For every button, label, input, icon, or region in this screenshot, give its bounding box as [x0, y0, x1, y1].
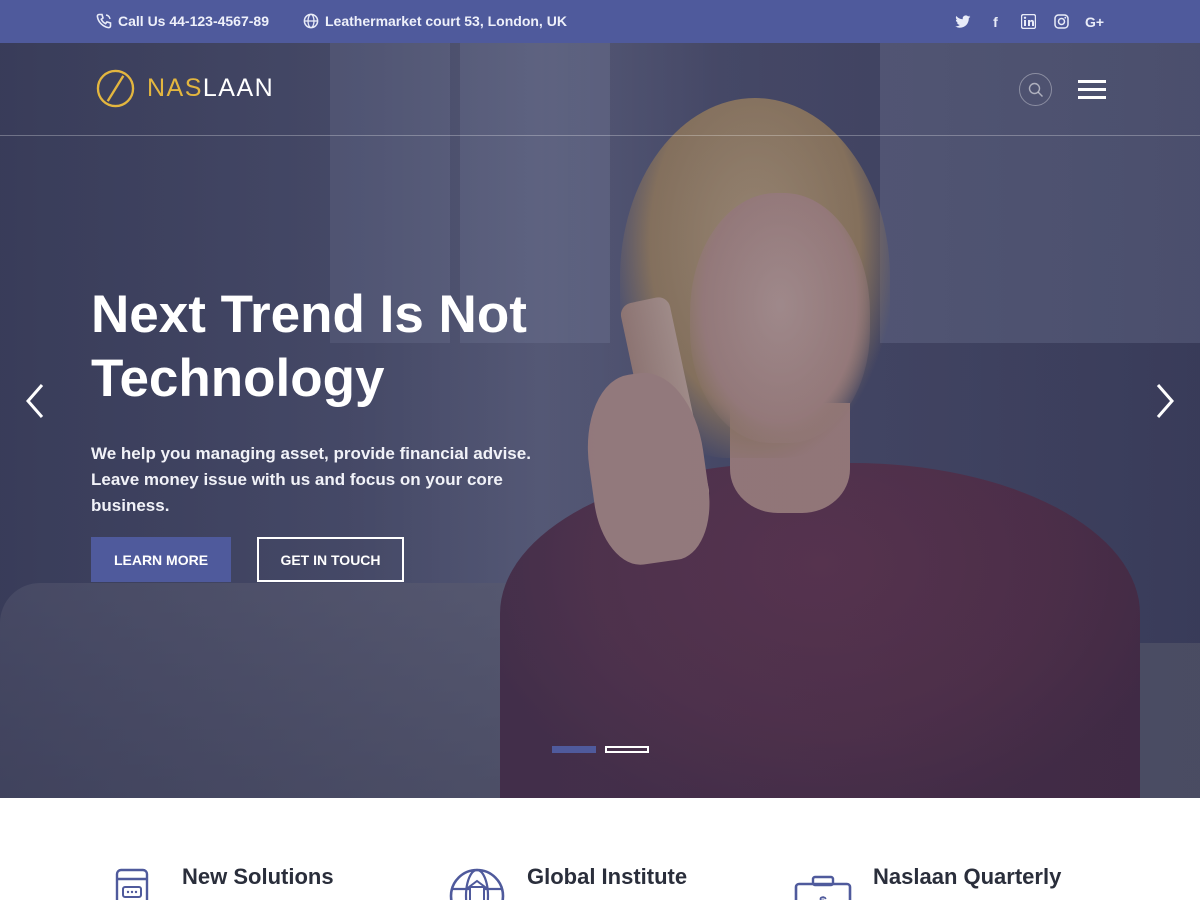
address-text: Leathermarket court 53, London, UK [325, 13, 567, 29]
chevron-left-icon[interactable] [22, 379, 52, 423]
hero-headline-line: Technology [91, 349, 385, 408]
menu-bar [1078, 80, 1106, 83]
hero-slider: NASLAAN Next Trend Is Not Technology We … [0, 43, 1200, 798]
address-contact: Leathermarket court 53, London, UK [303, 13, 567, 29]
hero-subtitle: We help you managing asset, provide fina… [91, 444, 531, 515]
hero-headline: Next Trend Is Not Technology [91, 283, 651, 411]
logo-mark-icon [96, 69, 135, 108]
instagram-icon[interactable] [1052, 12, 1071, 31]
briefcase-dollar-icon: $ [794, 875, 852, 900]
feature-title: Global Institute [527, 864, 688, 889]
chevron-right-icon[interactable] [1150, 379, 1180, 423]
feature-title: Naslaan Quarterly [873, 864, 1062, 889]
globe-icon [303, 13, 319, 29]
logo-text-highlight: NAS [147, 74, 203, 102]
hamburger-menu-icon[interactable] [1078, 80, 1106, 100]
hero-headline-line: Next Trend Is Not [91, 285, 527, 344]
phone-contact[interactable]: Call Us 44-123-4567-89 [96, 13, 269, 29]
header-divider [0, 135, 1200, 136]
linkedin-icon[interactable] [1019, 12, 1038, 31]
menu-bar [1078, 96, 1106, 99]
feature-naslaan-quarterly[interactable]: $ Naslaan Quarterly [793, 860, 1061, 900]
logo[interactable]: NASLAAN [96, 69, 274, 108]
feature-title: New Solutions [182, 864, 334, 889]
hero-overlay [0, 43, 1200, 798]
slide-dot-1[interactable] [552, 746, 596, 753]
globe-building-icon [449, 868, 505, 900]
device-icon [115, 868, 149, 900]
search-button[interactable] [1019, 73, 1052, 106]
search-icon [1028, 82, 1043, 97]
get-in-touch-button[interactable]: GET IN TOUCH [257, 537, 404, 582]
feature-new-solutions[interactable]: New Solutions [112, 860, 334, 900]
twitter-icon[interactable] [953, 12, 972, 31]
google-plus-icon[interactable]: G+ [1085, 12, 1104, 31]
learn-more-button[interactable]: LEARN MORE [91, 537, 231, 582]
phone-icon [96, 13, 112, 29]
menu-bar [1078, 88, 1106, 91]
social-links: f G+ [953, 12, 1104, 31]
logo-text: NASLAAN [147, 74, 274, 103]
slider-pagination [552, 746, 649, 753]
slide-dot-2[interactable] [605, 746, 649, 753]
logo-text-rest: LAAN [202, 74, 275, 102]
phone-text: Call Us 44-123-4567-89 [118, 13, 269, 29]
feature-global-institute[interactable]: Global Institute [448, 860, 687, 900]
svg-text:$: $ [819, 893, 827, 900]
top-bar: Call Us 44-123-4567-89 Leathermarket cou… [0, 0, 1200, 43]
facebook-icon[interactable]: f [986, 12, 1005, 31]
